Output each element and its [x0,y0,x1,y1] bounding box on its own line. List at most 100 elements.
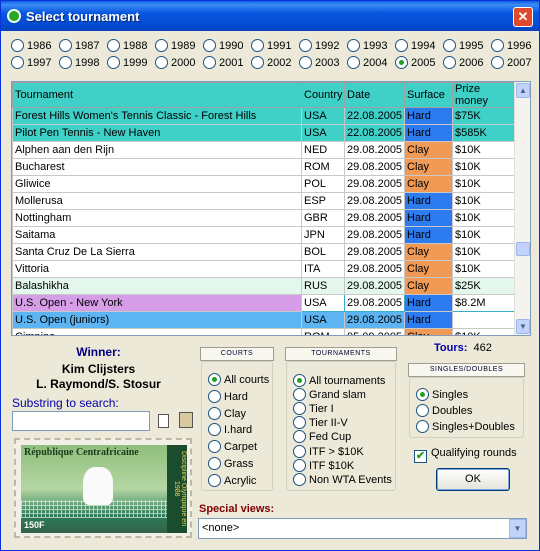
radio-icon [208,457,221,470]
table-cell-surface: Hard [404,209,453,227]
tournaments-option-grand-slam[interactable]: Grand slam [293,388,366,402]
year-radio-2001[interactable]: 2001 [203,56,243,72]
table-row[interactable]: Saitama JPN 29.08.2005 Hard $10K [12,226,515,244]
table-cell-country: JPN [301,226,345,244]
courts-option-all-courts[interactable]: All courts [208,373,269,386]
radio-icon [299,39,312,52]
year-radio-2000[interactable]: 2000 [155,56,195,72]
chevron-down-icon[interactable]: ▼ [509,519,526,538]
table-cell-name: Bucharest [12,158,302,176]
winner-singles: Kim Clijsters [61,362,136,376]
paste-clipboard-icon[interactable] [179,412,193,428]
year-radio-1992[interactable]: 1992 [299,39,339,55]
tournaments-option-fed-cup[interactable]: Fed Cup [293,430,351,444]
table-row[interactable]: Vittoria ITA 29.08.2005 Clay $10K [12,260,515,278]
year-radio-2004[interactable]: 2004 [347,56,387,72]
year-radio-1999[interactable]: 1999 [107,56,147,72]
radio-icon [203,56,216,69]
year-radio-1988[interactable]: 1988 [107,39,147,55]
vertical-scrollbar[interactable]: ▲ ▼ [514,82,530,335]
table-row[interactable]: Gliwice POL 29.08.2005 Clay $10K [12,175,515,193]
courts-option-i-hard[interactable]: I.hard [208,423,252,437]
table-cell-prize: $10K [452,243,515,261]
table-row[interactable]: Balashikha RUS 29.08.2005 Clay $25K [12,277,515,295]
table-row[interactable]: U.S. Open - New York USA 29.08.2005 Hard $8.… [12,294,515,312]
courts-option-clay[interactable]: Clay [208,406,246,420]
table-cell-surface: Hard [404,192,453,210]
year-radio-1986[interactable]: 1986 [11,39,51,55]
tournaments-option-non-wta-events[interactable]: Non WTA Events [293,472,392,486]
table-row[interactable]: Forest Hills Women's Tennis Classic - Fo… [12,107,515,125]
year-radio-1987[interactable]: 1987 [59,39,99,55]
year-radio-1997[interactable]: 1997 [11,56,51,72]
radio-icon [203,39,216,52]
courts-option-acrylic[interactable]: Acrylic [208,473,256,487]
tournaments-option-tier-i[interactable]: Tier I [293,402,334,416]
new-page-icon[interactable] [158,414,169,428]
year-label: 1988 [123,40,148,52]
qualifying-checkbox[interactable]: ✔ Qualifying rounds [414,447,517,463]
tournaments-option-itf-10k[interactable]: ITF > $10K [293,444,364,458]
table-row[interactable]: Alphen aan den Rijn NED 29.08.2005 Clay $10K [12,141,515,159]
table-row[interactable]: Mollerusa ESP 29.08.2005 Hard $10K [12,192,515,210]
table-row[interactable]: Pilot Pen Tennis - New Haven USA 22.08.200… [12,124,515,142]
scroll-up-button[interactable]: ▲ [516,83,530,98]
radio-icon [347,39,360,52]
year-label: 2007 [507,57,532,69]
year-label: 1989 [171,40,196,52]
courts-option-hard[interactable]: Hard [208,389,248,403]
table-row[interactable]: Santa Cruz De La Sierra BOL 29.08.2005 Clay… [12,243,515,261]
tournaments-option-itf-10k[interactable]: ITF $10K [293,458,354,472]
year-radio-1993[interactable]: 1993 [347,39,387,55]
table-row[interactable]: CimpinaROM05.09.2005Clay$10K [12,328,515,335]
column-header[interactable]: Surface [404,82,453,108]
option-label: Grass [224,458,254,470]
winner-label: Winner: [76,345,121,359]
radio-icon [293,416,306,430]
search-input[interactable] [12,411,150,431]
option-label: Tier I [309,403,334,416]
year-radio-2007[interactable]: 2007 [491,56,531,72]
scroll-down-button[interactable]: ▼ [516,319,530,334]
special-views-select[interactable]: <none> ▼ [198,518,527,539]
table-cell-country: USA [301,294,345,312]
year-radio-1989[interactable]: 1989 [155,39,195,55]
table-row[interactable]: U.S. Open (juniors) USA 29.08.2005 Hard [12,311,515,329]
column-header[interactable]: Tournament [12,82,302,108]
table-cell-prize: $75K [452,107,515,125]
stamp-side-text: Discipline Olympique en 1988 [167,445,187,533]
year-radio-1996[interactable]: 1996 [491,39,531,55]
scroll-thumb[interactable] [516,242,530,256]
radio-icon [155,39,168,52]
courts-option-carpet[interactable]: Carpet [208,440,257,454]
table-row[interactable]: Nottingham GBR 29.08.2005 Hard $10K [12,209,515,227]
column-header[interactable]: Country [301,82,345,108]
year-radio-1994[interactable]: 1994 [395,39,435,55]
tournaments-option-tier-ii-v[interactable]: Tier II-V [293,416,348,430]
year-radio-2006[interactable]: 2006 [443,56,483,72]
year-radio-1998[interactable]: 1998 [59,56,99,72]
year-radio-2003[interactable]: 2003 [299,56,339,72]
table-row[interactable]: Bucharest ROM 29.08.2005 Clay $10K [12,158,515,176]
radio-icon [107,39,120,52]
column-header[interactable]: Date [344,82,405,108]
title-bar[interactable]: Select tournament ✕ [1,1,539,31]
singles_doubles-option-singles[interactable]: Singles [416,388,468,401]
year-radio-1991[interactable]: 1991 [251,39,291,55]
year-radio-2005[interactable]: 2005 [395,56,435,72]
column-header[interactable]: Prize money [452,82,515,108]
singles_doubles-option-singles-doubles[interactable]: Singles+Doubles [416,420,515,433]
singles_doubles-option-doubles[interactable]: Doubles [416,404,472,417]
tournament-grid[interactable]: Tournament Country Date Surface Prize money … [11,81,531,336]
tournaments-option-all-tournaments[interactable]: All tournaments [293,374,385,387]
year-radio-1995[interactable]: 1995 [443,39,483,55]
table-cell-prize: $10K [452,260,515,278]
qualifying-label: Qualifying rounds [431,447,517,459]
stamp-value: 150F [24,520,45,530]
ok-button[interactable]: OK [436,468,510,491]
courts-option-grass[interactable]: Grass [208,457,253,470]
year-radio-2002[interactable]: 2002 [251,56,291,72]
close-button[interactable]: ✕ [513,7,533,27]
year-radio-1990[interactable]: 1990 [203,39,243,55]
table-cell-prize: $10K [452,328,515,335]
